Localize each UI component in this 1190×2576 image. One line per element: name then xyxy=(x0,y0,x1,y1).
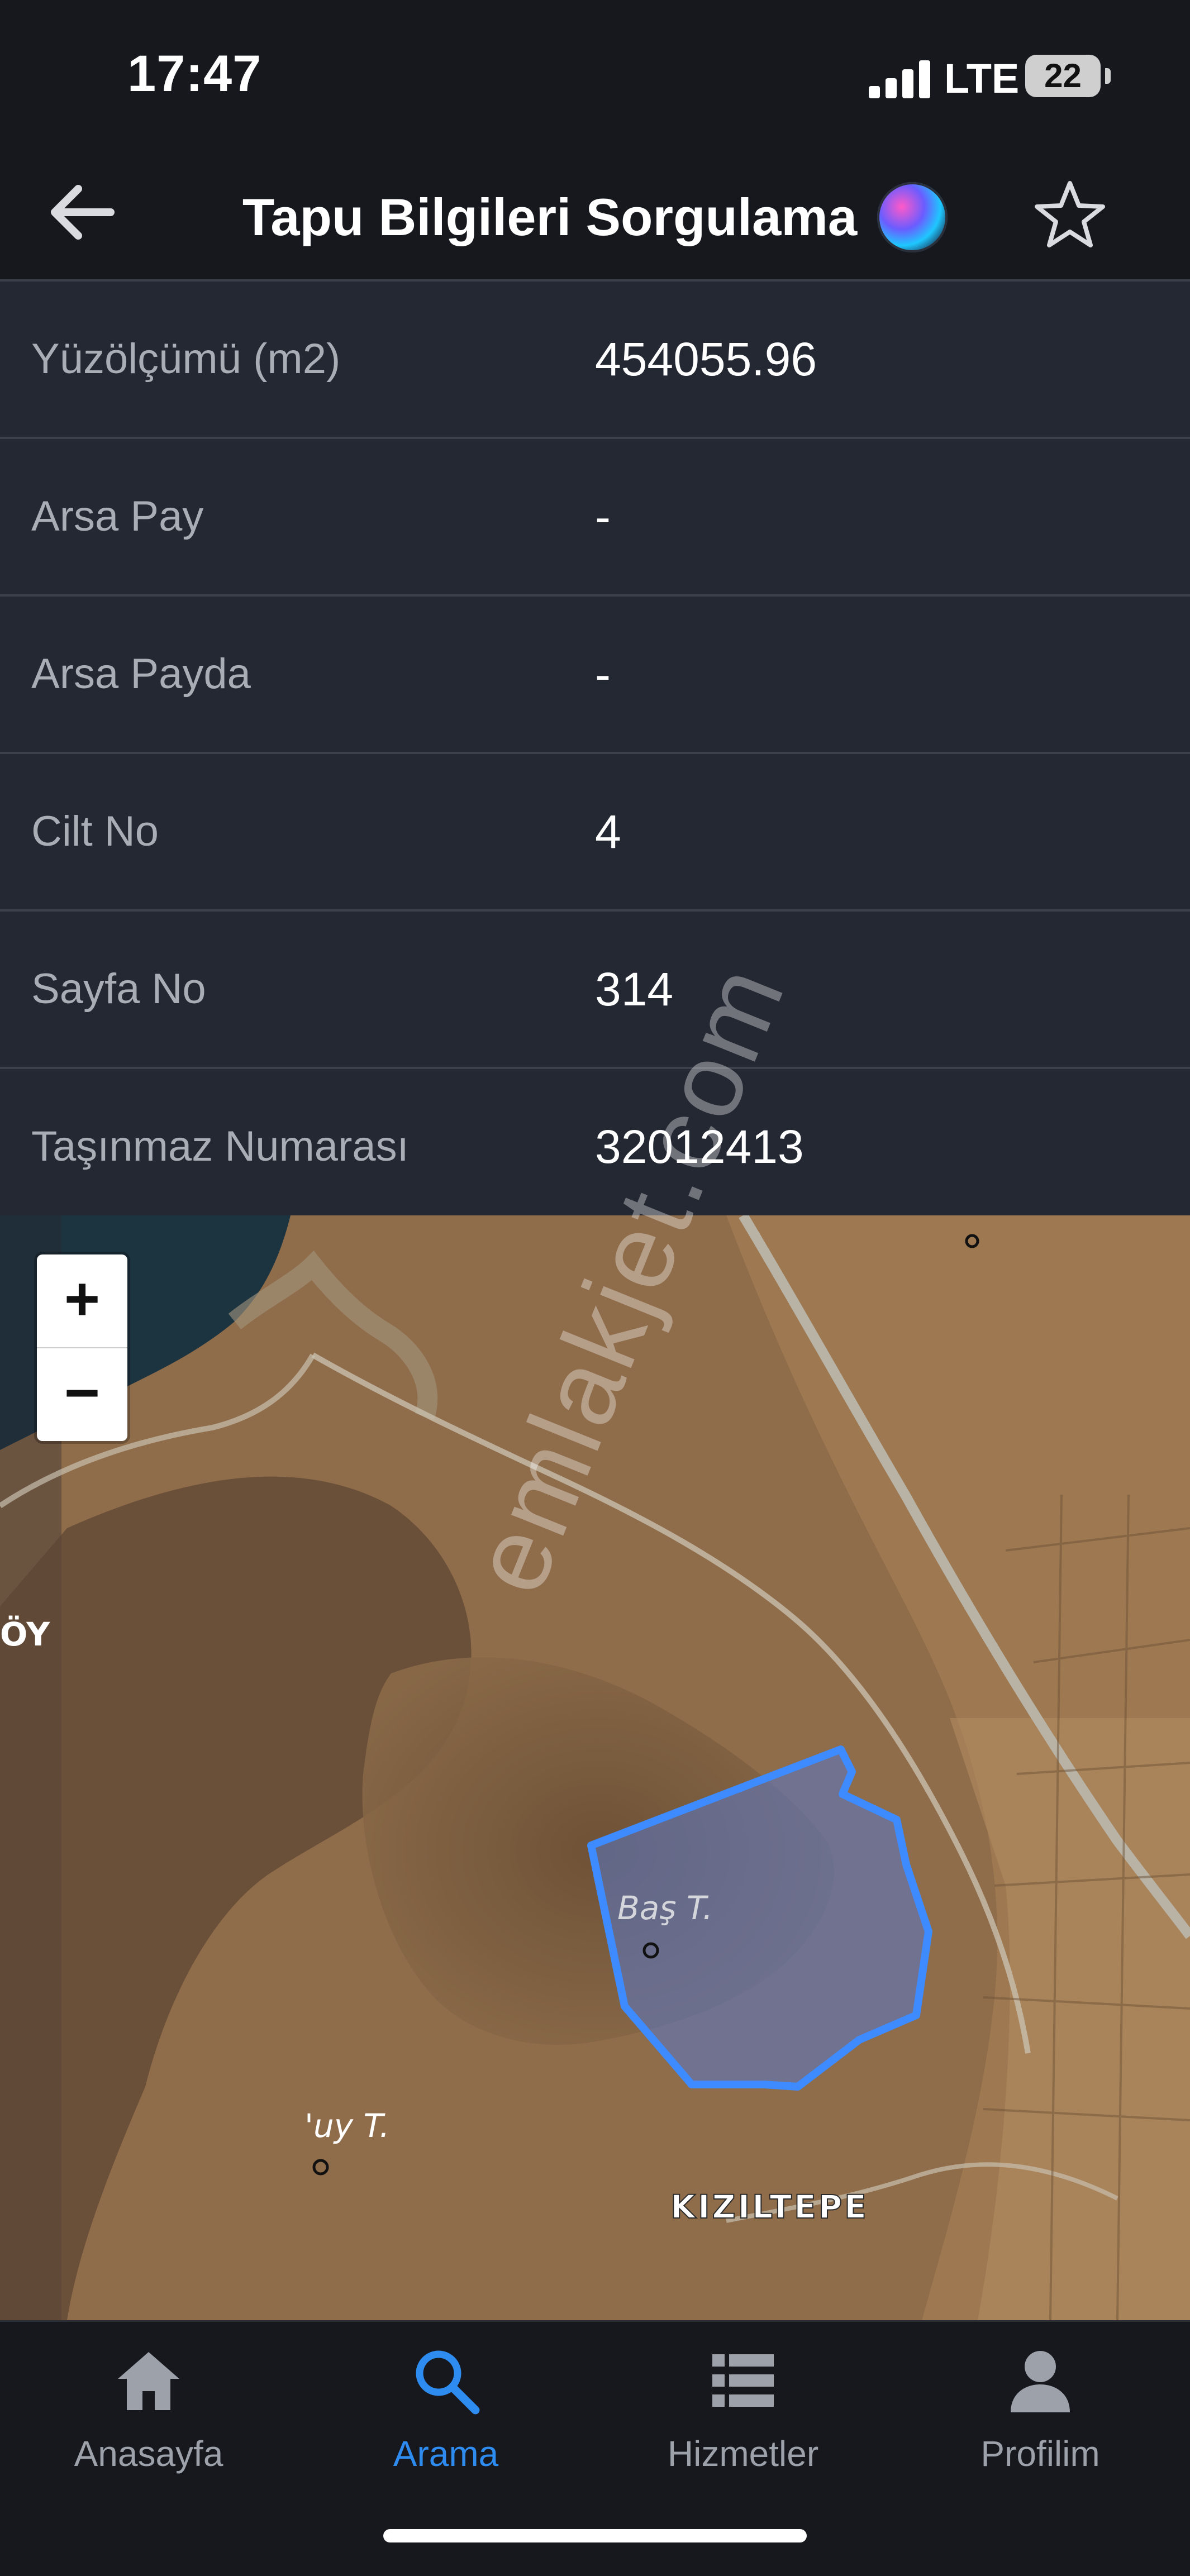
home-icon xyxy=(118,2352,179,2410)
siri-icon[interactable] xyxy=(877,182,948,252)
list-icon xyxy=(712,2354,774,2407)
person-icon xyxy=(1011,2351,1070,2412)
zoom-control: + − xyxy=(37,1254,127,1441)
zoom-in-button[interactable]: + xyxy=(37,1254,127,1347)
info-row-arsa-payda: Arsa Payda - xyxy=(0,597,1190,754)
zoom-out-button[interactable]: − xyxy=(37,1348,127,1441)
tab-anasayfa[interactable]: Anasayfa xyxy=(0,2344,297,2474)
info-row-area: Yüzölçümü (m2) 454055.96 xyxy=(0,282,1190,439)
page-title: Tapu Bilgileri Sorgulama xyxy=(242,188,858,246)
info-value: - xyxy=(595,490,611,543)
map-label-koy: ÖY xyxy=(0,1615,50,1653)
tab-label: Arama xyxy=(393,2434,499,2474)
tab-label: Profilim xyxy=(980,2434,1100,2474)
info-row-arsa-pay: Arsa Pay - xyxy=(0,439,1190,597)
info-value: 454055.96 xyxy=(595,333,817,385)
map-label-uy-tepe: 'uy T. xyxy=(304,2107,389,2145)
home-indicator[interactable] xyxy=(383,2529,807,2542)
status-bar: 17:47 LTE 22 xyxy=(0,0,1190,151)
map-label-kiziltepe: KIZILTEPE xyxy=(670,2188,869,2226)
info-value: 4 xyxy=(595,805,621,858)
info-label: Arsa Pay xyxy=(31,493,204,540)
star-outline-icon[interactable] xyxy=(1034,178,1106,250)
battery-level: 22 xyxy=(1044,57,1082,94)
info-label: Yüzölçümü (m2) xyxy=(31,335,341,383)
info-row-sayfa-no: Sayfa No 314 xyxy=(0,912,1190,1069)
search-icon xyxy=(416,2350,480,2415)
info-label: Arsa Payda xyxy=(31,650,251,698)
info-label: Cilt No xyxy=(31,808,159,855)
nav-header: Tapu Bilgileri Sorgulama xyxy=(0,151,1190,282)
tab-label: Hizmetler xyxy=(667,2434,819,2474)
tab-arama[interactable]: Arama xyxy=(297,2344,594,2474)
network-type: LTE xyxy=(944,55,1020,102)
map-label-bas-tepe: Baş T. xyxy=(617,1889,713,1927)
info-label: Taşınmaz Numarası xyxy=(31,1123,409,1170)
tab-label: Anasayfa xyxy=(74,2434,223,2474)
battery-icon: 22 xyxy=(1025,55,1101,97)
info-value: - xyxy=(595,648,611,700)
cellular-signal-icon xyxy=(869,59,930,98)
tab-profilim[interactable]: Profilim xyxy=(892,2344,1189,2474)
parcel-info-table: Yüzölçümü (m2) 454055.96 Arsa Pay - Arsa… xyxy=(0,282,1190,1227)
tab-hizmetler[interactable]: Hizmetler xyxy=(594,2344,892,2474)
info-label: Sayfa No xyxy=(31,965,206,1013)
status-time: 17:47 xyxy=(127,45,262,102)
info-row-cilt-no: Cilt No 4 xyxy=(0,754,1190,912)
battery-tip xyxy=(1105,68,1111,84)
